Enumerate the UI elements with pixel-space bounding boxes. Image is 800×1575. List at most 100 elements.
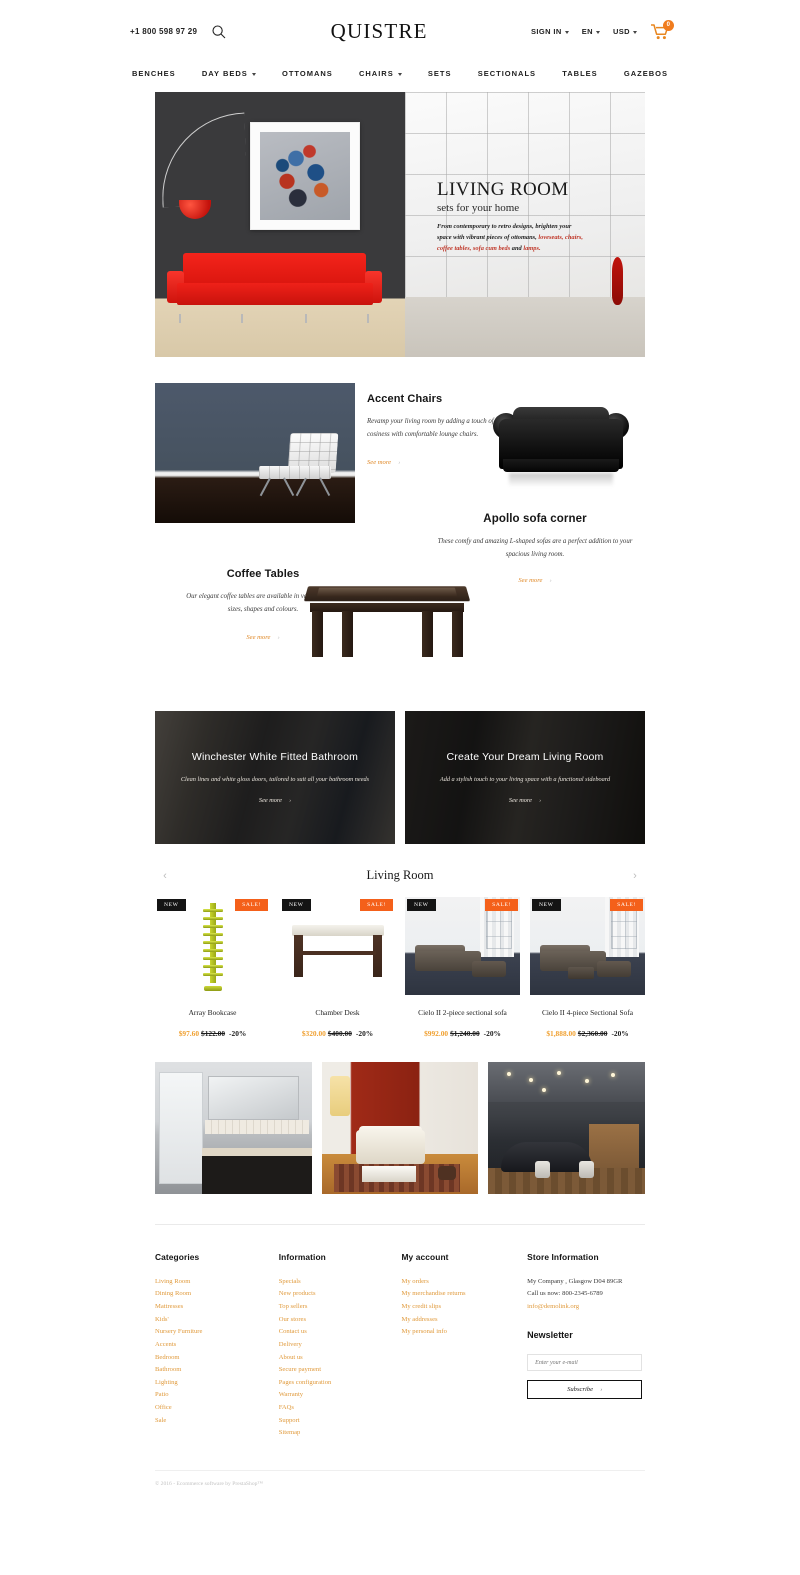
badge-new: NEW [282,899,311,911]
product-name[interactable]: Cielo II 2-piece sectional sofa [405,1007,520,1018]
carousel-next-button[interactable]: › [629,870,641,882]
product-name[interactable]: Cielo II 4-piece Sectional Sofa [530,1007,645,1018]
currency-label: USD [612,27,630,36]
product-image[interactable]: NEW SALE! [530,897,645,995]
footer-link[interactable]: My merchandise returns [401,1288,527,1301]
footer-link[interactable]: Mattresses [155,1301,279,1314]
product-sale-price: $97.60 [178,1029,200,1039]
footer-heading-store-information: Store Information [527,1251,599,1262]
search-icon[interactable] [211,24,227,40]
footer-link[interactable]: Top sellers [279,1301,402,1314]
gallery-item-living-room[interactable] [321,1061,479,1194]
wall-art-frame [250,122,360,230]
hero-banner[interactable]: LIVING ROOM sets for your home From cont… [155,92,645,357]
nav-item-tables[interactable]: TABLES [562,69,597,78]
footer-column-information: Information Specials New products Top se… [279,1252,402,1441]
footer-link[interactable]: Support [279,1415,402,1428]
badge-sale: SALE! [235,899,268,911]
promo-bathroom-see-more-button[interactable]: See more › [259,797,291,804]
product-name[interactable]: Chamber Desk [280,1007,395,1018]
product-card[interactable]: NEW SALE! Chamber Desk $320.00 $400.00 -20… [280,897,395,1040]
footer-link[interactable]: Secure payment [279,1364,402,1377]
footer-link[interactable]: Bathroom [155,1364,279,1377]
footer-link[interactable]: My personal info [401,1326,527,1339]
nav-item-gazebos[interactable]: GAZEBOS [624,69,668,78]
footer-link[interactable]: Living Room [155,1276,279,1289]
coffee-table-image[interactable] [300,579,475,674]
accent-chair-image[interactable] [155,383,355,523]
chevron-down-icon [595,31,600,34]
footer-link[interactable]: Specials [279,1276,402,1289]
cart-button[interactable]: 0 [650,19,674,41]
footer-link[interactable]: FAQs [279,1402,402,1415]
promo-banner-living-room[interactable]: Create Your Dream Living Room Add a styl… [405,711,645,844]
apollo-sofa-see-more-button[interactable]: See more › [518,577,551,584]
product-image[interactable]: NEW SALE! [280,897,395,995]
newsletter-email-input[interactable] [527,1354,643,1372]
product-card[interactable]: NEW SALE! Array Bookcase $97.60 $122.00 -2… [155,897,270,1040]
hero-image-tiles: LIVING ROOM sets for your home From cont… [405,92,645,357]
see-more-label: See more [367,459,392,467]
promo-living-title: Create Your Dream Living Room [446,750,604,763]
apollo-sofa-image[interactable] [491,401,631,491]
nav-label: CHAIRS [358,69,394,78]
sign-in-menu[interactable]: SIGN IN [531,27,569,36]
chevron-right-icon: › [600,1386,603,1394]
product-list: NEW SALE! Array Bookcase $97.60 $122.00 -2… [155,897,645,1040]
footer-link[interactable]: Our stores [279,1314,402,1327]
nav-item-sectionals[interactable]: SECTIONALS [478,69,536,78]
hero-desc-line3b: and [510,245,524,253]
product-image[interactable]: NEW SALE! [155,897,270,995]
footer-link[interactable]: My orders [401,1276,527,1289]
carousel-prev-button[interactable]: ‹ [159,870,171,882]
promo-living-see-more-button[interactable]: See more › [509,797,541,804]
currency-selector[interactable]: USD [613,27,637,36]
footer-link[interactable]: New products [279,1288,402,1301]
footer-link[interactable]: My credit slips [401,1301,527,1314]
footer-link[interactable]: Nursery Furniture [155,1326,279,1339]
footer-link[interactable]: Dining Room [155,1288,279,1301]
arc-lamp-icon [159,112,248,208]
footer-link[interactable]: Delivery [279,1339,402,1352]
footer-heading-newsletter: Newsletter [527,1329,573,1340]
footer-link[interactable]: Kids' [155,1314,279,1327]
store-email[interactable]: info@demolink.org [527,1301,645,1314]
gallery-item-lounge[interactable] [488,1061,646,1194]
nav-item-ottomans[interactable]: OTTOMANS [282,69,333,78]
product-image[interactable]: NEW SALE! [405,897,520,995]
footer-link[interactable]: Sitemap [279,1427,402,1440]
footer-link[interactable]: Sale [155,1415,279,1428]
nav-label: OTTOMANS [282,69,333,78]
coffee-tables-see-more-button[interactable]: See more › [246,634,279,641]
footer-link[interactable]: Accents [155,1339,279,1352]
product-prices: $1,888.00 $2,360.00 -20% [530,1028,645,1039]
product-card[interactable]: NEW SALE! Cielo II 2-piece sectional sof… [405,897,520,1040]
footer-link[interactable]: Contact us [279,1326,402,1339]
nav-item-chairs[interactable]: CHAIRS [359,69,402,78]
page-root: +1 800 598 97 29 QUISTRE SIGN IN EN USD … [0,0,800,1487]
footer-link[interactable]: Pages configuration [279,1377,402,1390]
footer-link[interactable]: Patio [155,1389,279,1402]
accent-chairs-see-more-button[interactable]: See more › [367,459,400,466]
product-name[interactable]: Array Bookcase [155,1007,270,1018]
footer-link[interactable]: Warranty [279,1389,402,1402]
see-more-label: See more [258,797,282,805]
language-selector[interactable]: EN [582,27,600,36]
nav-item-sets[interactable]: SETS [428,69,452,78]
lamp-shade [179,200,211,219]
image-gallery [155,1061,646,1194]
product-card[interactable]: NEW SALE! Cielo II 4-piece Sectional Sof… [530,897,645,1040]
footer-link[interactable]: My addresses [401,1314,527,1327]
promo-banner-bathroom[interactable]: Winchester White Fitted Bathroom Clean l… [155,711,395,844]
site-logo[interactable]: QUISTRE [227,19,531,44]
footer-link[interactable]: Office [155,1402,279,1415]
footer-link[interactable]: Bedroom [155,1352,279,1365]
newsletter-subscribe-button[interactable]: Subscribe › [527,1380,643,1400]
footer-link[interactable]: Lighting [155,1377,279,1390]
nav-item-day-beds[interactable]: DAY BEDS [202,69,256,78]
promo-banners: Winchester White Fitted Bathroom Clean l… [155,711,645,844]
nav-label: SETS [427,69,452,78]
footer-link[interactable]: About us [279,1352,402,1365]
gallery-item-bathroom[interactable] [155,1061,312,1194]
nav-item-benches[interactable]: BENCHES [132,69,176,78]
